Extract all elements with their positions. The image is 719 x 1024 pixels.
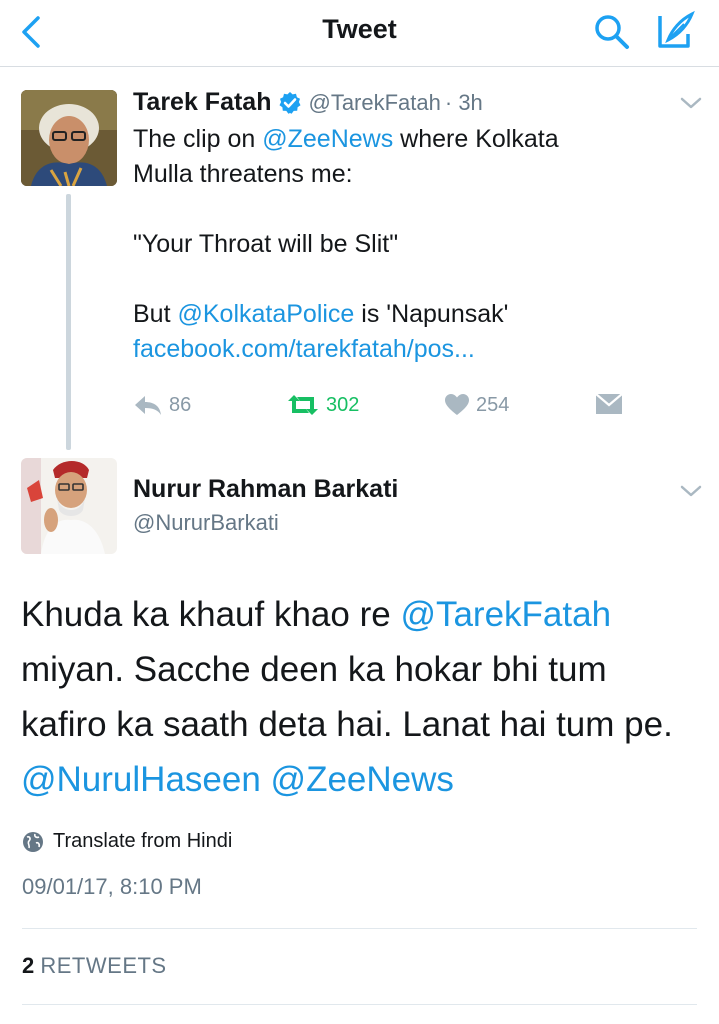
chevron-down-icon[interactable] (680, 484, 702, 498)
tweet-timestamp: 09/01/17, 8:10 PM (22, 874, 202, 899)
url-link[interactable]: facebook.com/tarekfatah/pos... (133, 332, 693, 367)
like-count: 254 (476, 393, 510, 416)
search-icon[interactable] (592, 12, 632, 52)
avatar-photo (21, 458, 117, 554)
retweet-stat-count: 2 (22, 953, 35, 978)
tweet-line: Mulla threatens me: (133, 160, 353, 188)
tweet-text-segment: is 'Napunsak' (354, 300, 509, 328)
reply-count: 86 (169, 393, 192, 416)
divider (22, 928, 697, 929)
compose-icon[interactable] (654, 10, 698, 52)
globe-icon (23, 831, 43, 852)
tweet-line: miyan. Sacche deen ka hokar bhi tum (21, 650, 607, 689)
avatar-photo (21, 90, 117, 186)
tweet-line: But @KolkataPolice is 'Napunsak' (133, 297, 693, 332)
author-name[interactable]: Tarek Fatah (133, 88, 271, 117)
avatar[interactable] (21, 90, 117, 186)
tweet-text-segment: where Kolkata (393, 125, 559, 153)
author-handle[interactable]: @TarekFatah (308, 90, 440, 116)
tweet-text: Khuda ka khauf khao re @TarekFatah miyan… (21, 587, 711, 807)
tweet-line: kafiro ka saath deta hai. Lanat hai tum … (21, 705, 673, 744)
heart-icon (445, 394, 469, 415)
tweet-text-segment: The clip on (133, 125, 263, 153)
mention-link[interactable]: @NurulHaseen (21, 760, 261, 799)
translate-button[interactable]: Translate from Hindi (22, 830, 232, 853)
tweet-time: · 3h (444, 89, 483, 115)
divider (22, 1004, 697, 1005)
tweet-text: The clip on @ZeeNews where Kolkata Mulla… (133, 122, 693, 367)
retweet-count: 302 (326, 393, 360, 416)
mention-link[interactable]: @ZeeNews (271, 760, 454, 799)
thread-line (66, 194, 71, 450)
reply-icon (135, 396, 161, 415)
translate-label: Translate from Hindi (53, 830, 233, 852)
chevron-down-icon[interactable] (680, 96, 702, 110)
retweet-icon (288, 395, 318, 415)
verified-badge-icon (279, 91, 301, 114)
tweet-header: Tarek Fatah @TarekFatah · 3h (133, 88, 483, 117)
author-name[interactable]: Nurur Rahman Barkati (133, 475, 398, 504)
retweets-stat[interactable]: 2 RETWEETS (22, 953, 167, 979)
direct-message-icon[interactable] (595, 393, 623, 415)
retweet-stat-label: RETWEETS (40, 953, 167, 978)
tweet-text-segment: Khuda ka khauf khao re (21, 595, 401, 634)
like-button[interactable]: 254 (444, 390, 509, 420)
tweet-text-segment: But (133, 300, 178, 328)
author-handle[interactable]: @NururBarkati (133, 510, 279, 536)
retweet-button[interactable]: 302 (286, 390, 359, 420)
tweet-line: Khuda ka khauf khao re @TarekFatah (21, 587, 711, 642)
tweet-line: The clip on @ZeeNews where Kolkata (133, 122, 693, 157)
mention-link[interactable]: @KolkataPolice (177, 300, 354, 328)
mention-link[interactable]: @ZeeNews (262, 125, 393, 153)
avatar[interactable] (21, 458, 117, 554)
reply-button[interactable]: 86 (133, 390, 191, 420)
tweet-line: @NurulHaseen @ZeeNews (21, 752, 711, 807)
nav-bar: Tweet (0, 0, 719, 67)
tweet-line: "Your Throat will be Slit" (133, 230, 399, 258)
mention-link[interactable]: @TarekFatah (400, 595, 611, 634)
